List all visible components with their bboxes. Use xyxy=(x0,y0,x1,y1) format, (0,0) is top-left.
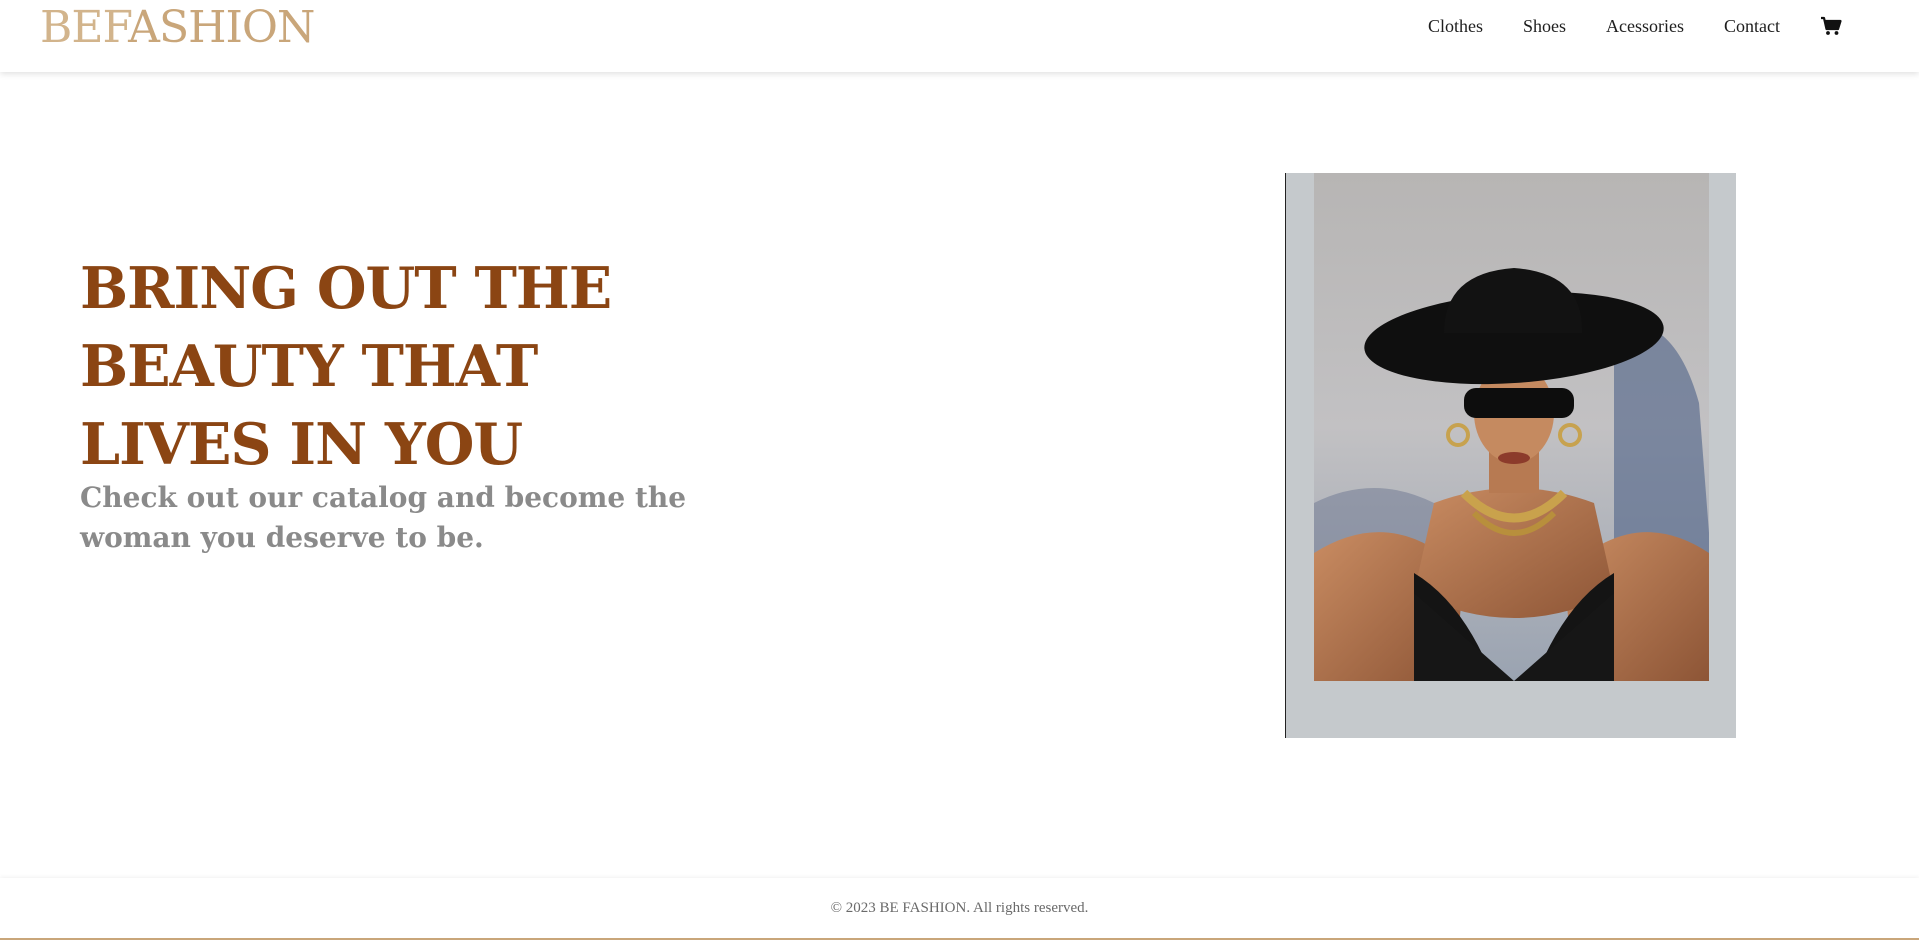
site-footer: © 2023 BE FASHION. All rights reserved. xyxy=(0,878,1919,940)
main-nav: Clothes Shoes Acessories Contact xyxy=(1388,0,1844,52)
site-logo[interactable]: BEFASHION xyxy=(40,0,315,56)
woman-in-hat-illustration xyxy=(1314,173,1709,681)
nav-link-shoes[interactable]: Shoes xyxy=(1523,16,1566,37)
logo-part-fashion: ASHION xyxy=(128,2,315,53)
site-header: BEFASHION Clothes Shoes Acessories Conta… xyxy=(0,0,1919,72)
nav-link-contact[interactable]: Contact xyxy=(1724,16,1780,37)
shopping-cart-icon[interactable] xyxy=(1818,13,1844,39)
hero-title: BRING OUT THE BEAUTY THAT LIVES IN YOU xyxy=(80,255,612,478)
nav-link-accessories[interactable]: Acessories xyxy=(1606,16,1684,37)
hero-subtitle: Check out our catalog and become the wom… xyxy=(80,481,687,554)
hero-photo xyxy=(1285,173,1736,738)
hero-photo-image xyxy=(1314,173,1709,681)
footer-copyright: © 2023 BE FASHION. All rights reserved. xyxy=(830,900,1089,916)
hero-section: BRING OUT THE BEAUTY THAT LIVES IN YOU C… xyxy=(80,250,760,558)
nav-link-clothes[interactable]: Clothes xyxy=(1428,16,1483,37)
logo-part-be: BEF xyxy=(40,2,129,53)
